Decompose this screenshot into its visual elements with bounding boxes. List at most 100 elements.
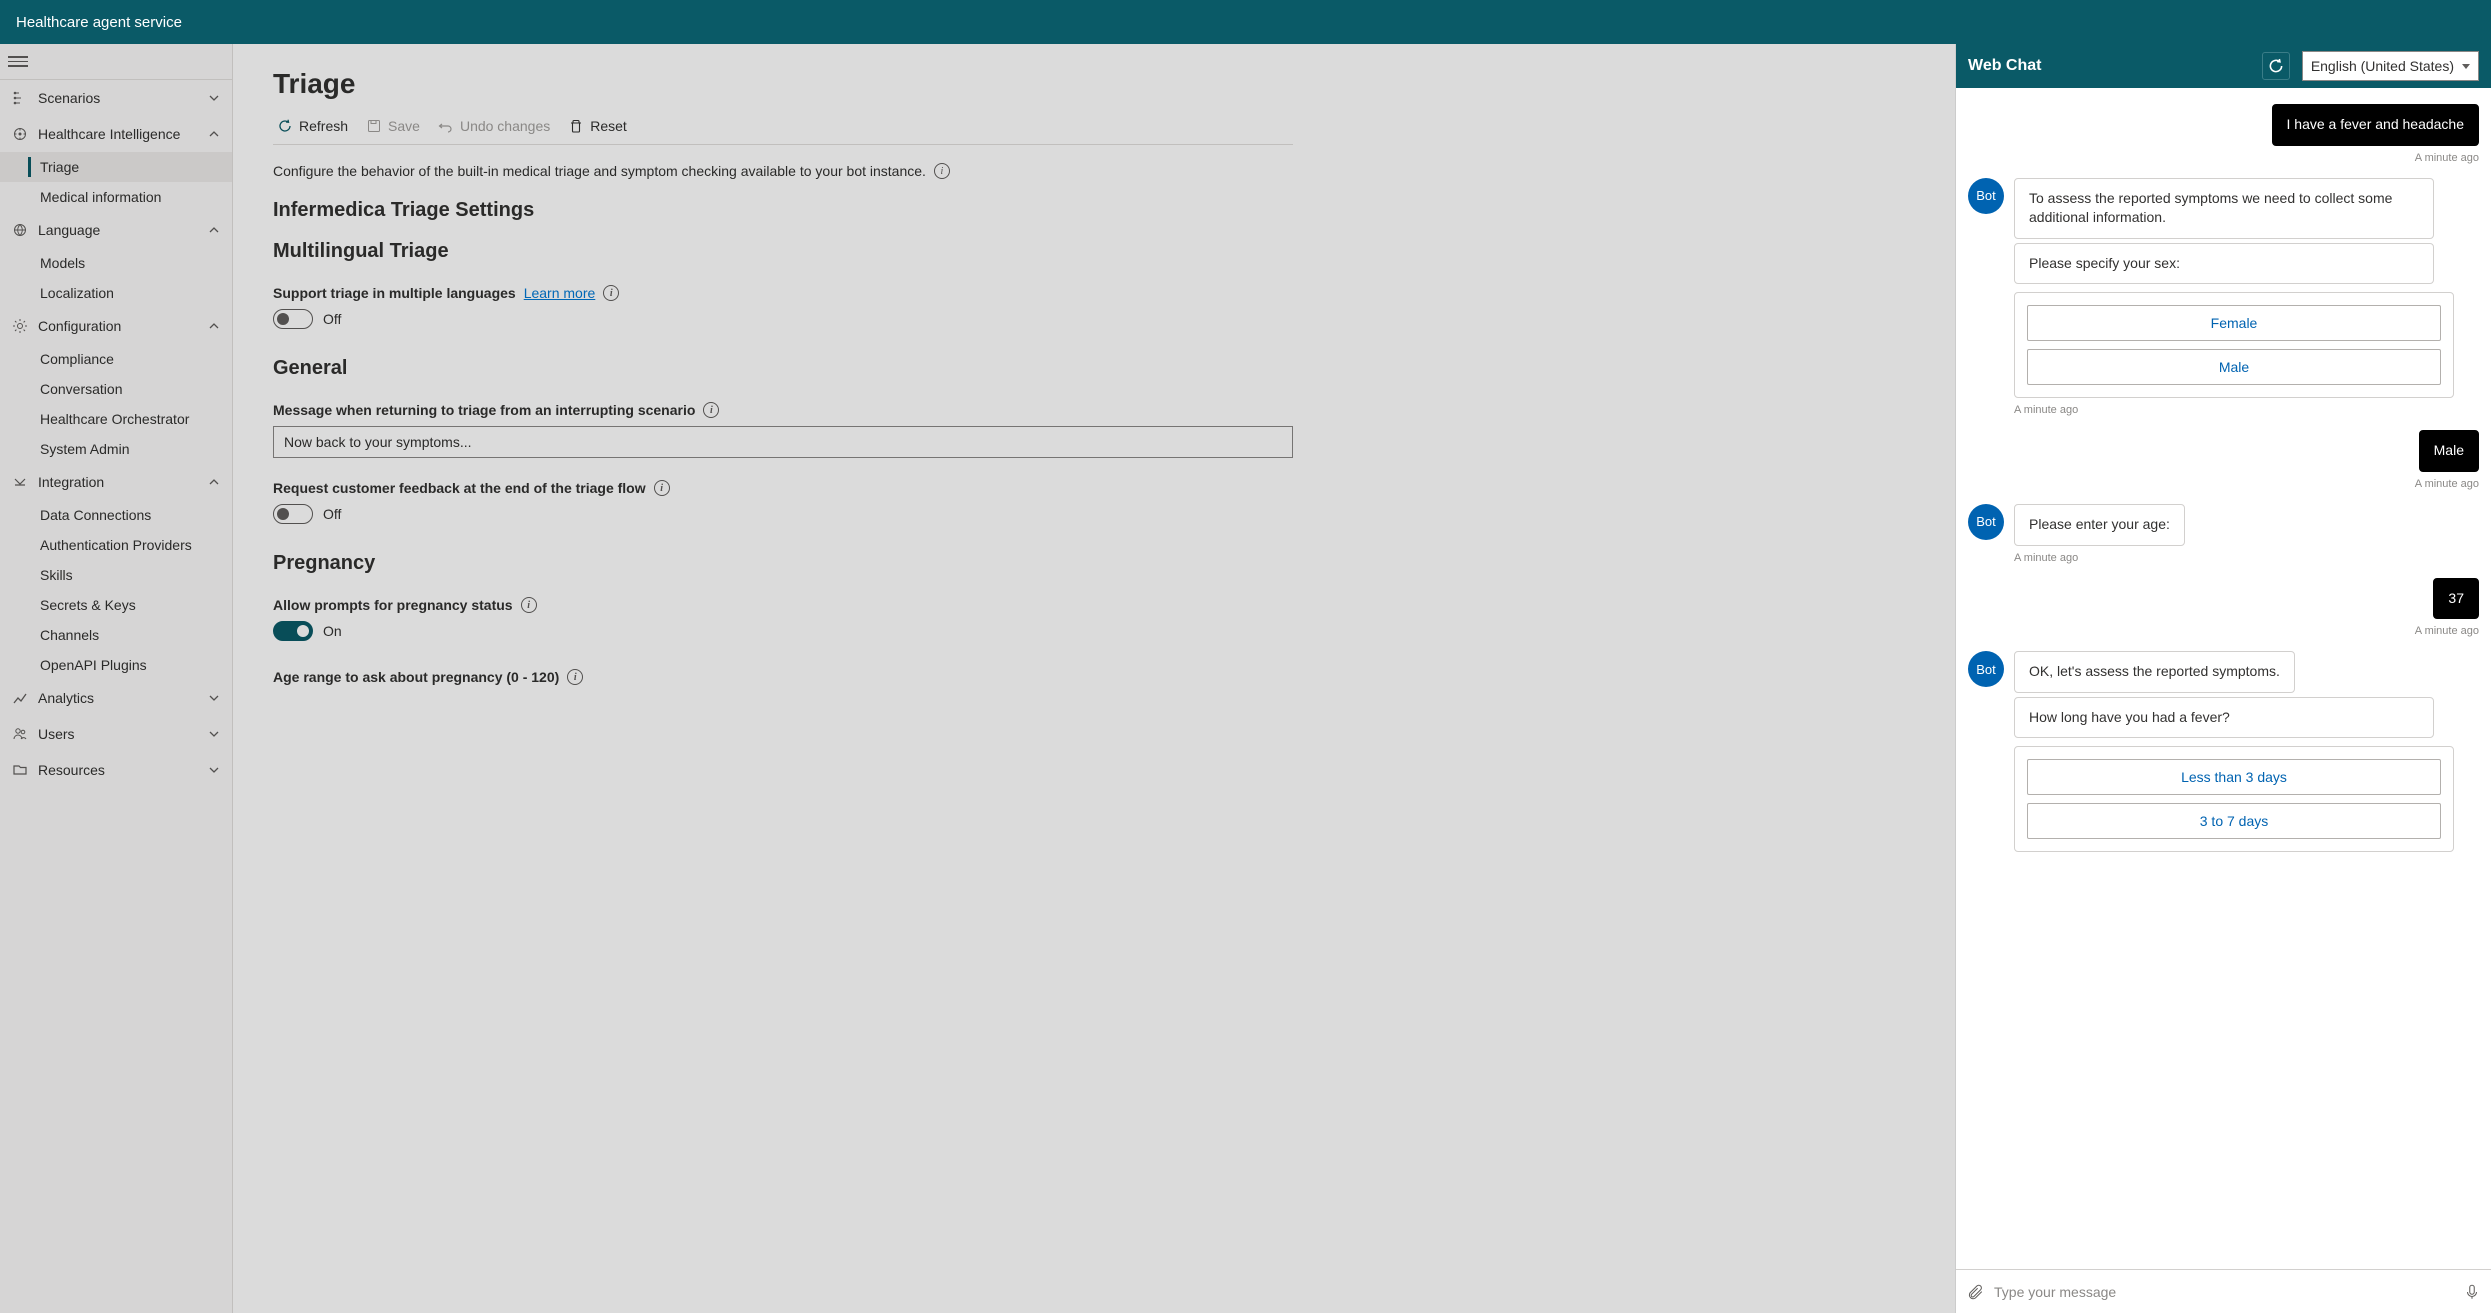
webchat-input[interactable] [1994,1284,2453,1300]
nav-group-icon [12,222,28,238]
nav-group-icon [12,726,28,742]
bot-message: To assess the reported symptoms we need … [2014,178,2434,239]
webchat-reload-button[interactable] [2262,52,2290,80]
nav-group-scenarios[interactable]: Scenarios [0,80,232,116]
nav-item-skills[interactable]: Skills [0,560,232,590]
nav-item-conversation[interactable]: Conversation [0,374,232,404]
nav-group-healthcare-intelligence[interactable]: Healthcare Intelligence [0,116,232,152]
nav-group-icon [12,318,28,334]
user-message: Male [2419,430,2479,472]
info-icon[interactable]: i [603,285,619,301]
info-icon[interactable]: i [521,597,537,613]
bot-message: Please enter your age: [2014,504,2185,546]
choice-card: Less than 3 days 3 to 7 days [2014,746,2454,852]
nav-group-integration[interactable]: Integration [0,464,232,500]
nav-group-label: Healthcare Intelligence [38,126,180,142]
nav-item-data-connections[interactable]: Data Connections [0,500,232,530]
page-title: Triage [273,68,1293,100]
nav-group-analytics[interactable]: Analytics [0,680,232,716]
choice-3to7-button[interactable]: 3 to 7 days [2027,803,2441,839]
main-workspace: ScenariosHealthcare IntelligenceTriageMe… [0,44,1955,1313]
refresh-icon [277,118,293,134]
nav-group-configuration[interactable]: Configuration [0,308,232,344]
nav-item-healthcare-orchestrator[interactable]: Healthcare Orchestrator [0,404,232,434]
bot-message: How long have you had a fever? [2014,697,2434,739]
timestamp: A minute ago [1968,152,2479,164]
nav-group-icon [12,126,28,142]
save-icon [366,118,382,134]
info-icon[interactable]: i [934,163,950,179]
nav-item-authentication-providers[interactable]: Authentication Providers [0,530,232,560]
user-message: 37 [2433,578,2479,620]
section-general: General [273,357,1293,380]
info-icon[interactable]: i [654,480,670,496]
sidebar: Scenarios Healthcare Intelligence TriageMe… [0,44,233,1313]
info-icon[interactable]: i [567,669,583,685]
multilingual-toggle[interactable] [273,309,313,329]
nav-item-models[interactable]: Models [0,248,232,278]
toolbar: Refresh Save Undo changes [273,118,1293,145]
save-button: Save [366,118,420,134]
refresh-button[interactable]: Refresh [277,118,348,134]
feedback-toggle-value: Off [323,506,341,522]
nav-item-medical-information[interactable]: Medical information [0,182,232,212]
webchat-header: Web Chat English (United States) [1956,44,2491,88]
section-infermedica: Infermedica Triage Settings [273,199,1293,222]
nav-group-language[interactable]: Language [0,212,232,248]
command-strip [0,44,232,80]
bot-avatar: Bot [1968,178,2004,214]
nav-item-secrets-&-keys[interactable]: Secrets & Keys [0,590,232,620]
choice-female-button[interactable]: Female [2027,305,2441,341]
nav-group-icon [12,90,28,106]
mic-icon[interactable] [2463,1283,2481,1301]
nav-item-localization[interactable]: Localization [0,278,232,308]
nav-group-users[interactable]: Users [0,716,232,752]
nav-group-icon [12,690,28,706]
language-select[interactable]: English (United States) [2302,51,2479,81]
chevron-down-icon [208,764,220,776]
webchat-panel: Web Chat English (United States) I have … [1955,44,2491,1313]
return-msg-input[interactable] [273,426,1293,458]
section-multilingual: Multilingual Triage [273,240,1293,263]
return-msg-label: Message when returning to triage from an… [273,402,1293,418]
webchat-transcript[interactable]: I have a fever and headache A minute ago… [1956,88,2491,1269]
bot-avatar: Bot [1968,651,2004,687]
multilingual-toggle-value: Off [323,311,341,327]
nav-item-compliance[interactable]: Compliance [0,344,232,374]
info-icon[interactable]: i [703,402,719,418]
feedback-label: Request customer feedback at the end of … [273,480,1293,496]
learn-more-link[interactable]: Learn more [524,285,596,301]
nav-item-system-admin[interactable]: System Admin [0,434,232,464]
nav-group-label: Resources [38,762,105,778]
section-pregnancy: Pregnancy [273,552,1293,575]
chevron-up-icon [208,320,220,332]
feedback-toggle[interactable] [273,504,313,524]
nav-item-triage[interactable]: Triage [0,152,232,182]
choice-less3-button[interactable]: Less than 3 days [2027,759,2441,795]
nav-group-resources[interactable]: Resources [0,752,232,788]
app-title: Healthcare agent service [16,14,182,31]
reload-icon [2267,57,2285,75]
chevron-down-icon [208,692,220,704]
nav-item-channels[interactable]: Channels [0,620,232,650]
pregnancy-toggle[interactable] [273,621,313,641]
reset-button[interactable]: Reset [568,118,627,134]
webchat-title: Web Chat [1968,57,2250,75]
nav-group-icon [12,474,28,490]
chevron-up-icon [208,128,220,140]
nav-group-label: Integration [38,474,104,490]
choice-card: Female Male [2014,292,2454,398]
pregnancy-age-label: Age range to ask about pregnancy (0 - 12… [273,669,1293,685]
bot-message: OK, let's assess the reported symptoms. [2014,651,2295,693]
hamburger-icon[interactable] [8,52,28,72]
nav-group-label: Users [38,726,75,742]
nav-group-label: Scenarios [38,90,100,106]
nav-item-openapi-plugins[interactable]: OpenAPI Plugins [0,650,232,680]
choice-male-button[interactable]: Male [2027,349,2441,385]
bot-avatar: Bot [1968,504,2004,540]
main-content: Triage Refresh Save [233,44,1955,1313]
undo-icon [438,118,454,134]
webchat-input-row [1956,1269,2491,1313]
timestamp: A minute ago [1968,478,2479,490]
attach-icon[interactable] [1966,1283,1984,1301]
